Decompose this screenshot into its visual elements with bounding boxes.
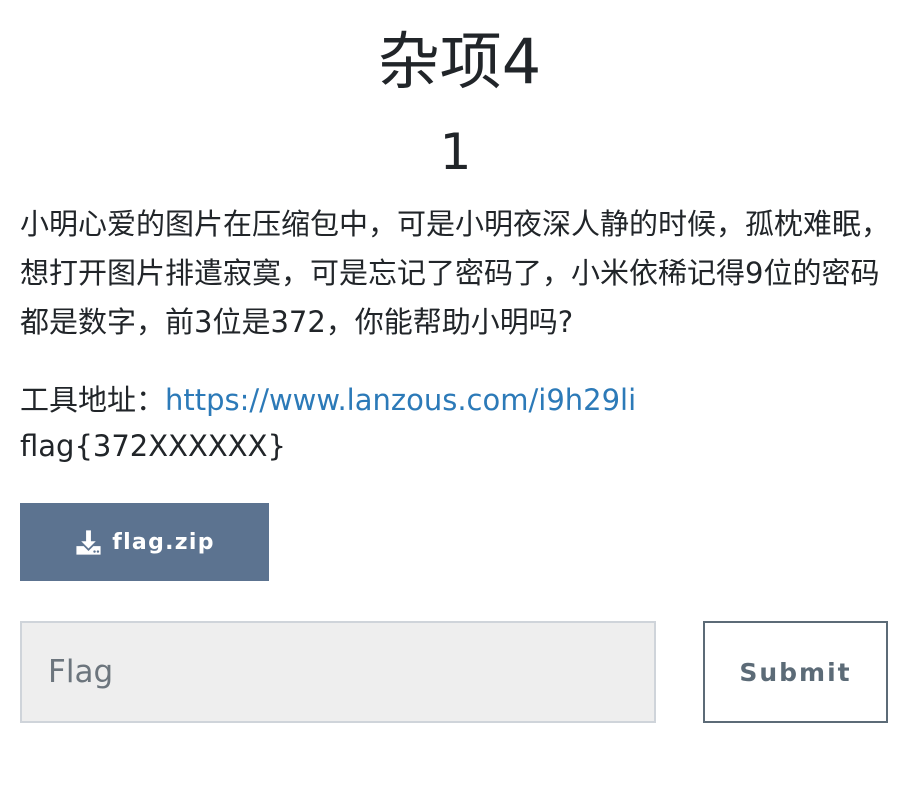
challenge-points: 1 [439,123,472,181]
flag-format-hint: flag{372XXXXXX} [20,429,286,463]
tool-address-label: 工具地址： [20,383,166,417]
challenge-title: 杂项4 [377,25,542,98]
download-file-button[interactable]: flag.zip [20,503,269,581]
tool-address-link[interactable]: https://www.lanzous.com/i9h29li [165,383,636,417]
tool-address-line: 工具地址：https://www.lanzous.com/i9h29li [20,376,895,424]
submit-button[interactable]: Submit [703,621,888,723]
download-file-label: flag.zip [112,529,215,555]
challenge-page: 杂项4 1 小明心爱的图片在压缩包中，可是小明夜深人静的时候，孤枕难眠，想打开图… [0,0,919,787]
challenge-description: 小明心爱的图片在压缩包中，可是小明夜深人静的时候，孤枕难眠，想打开图片排遣寂寞，… [20,207,891,339]
flag-input[interactable] [20,621,656,723]
download-icon [76,529,101,555]
